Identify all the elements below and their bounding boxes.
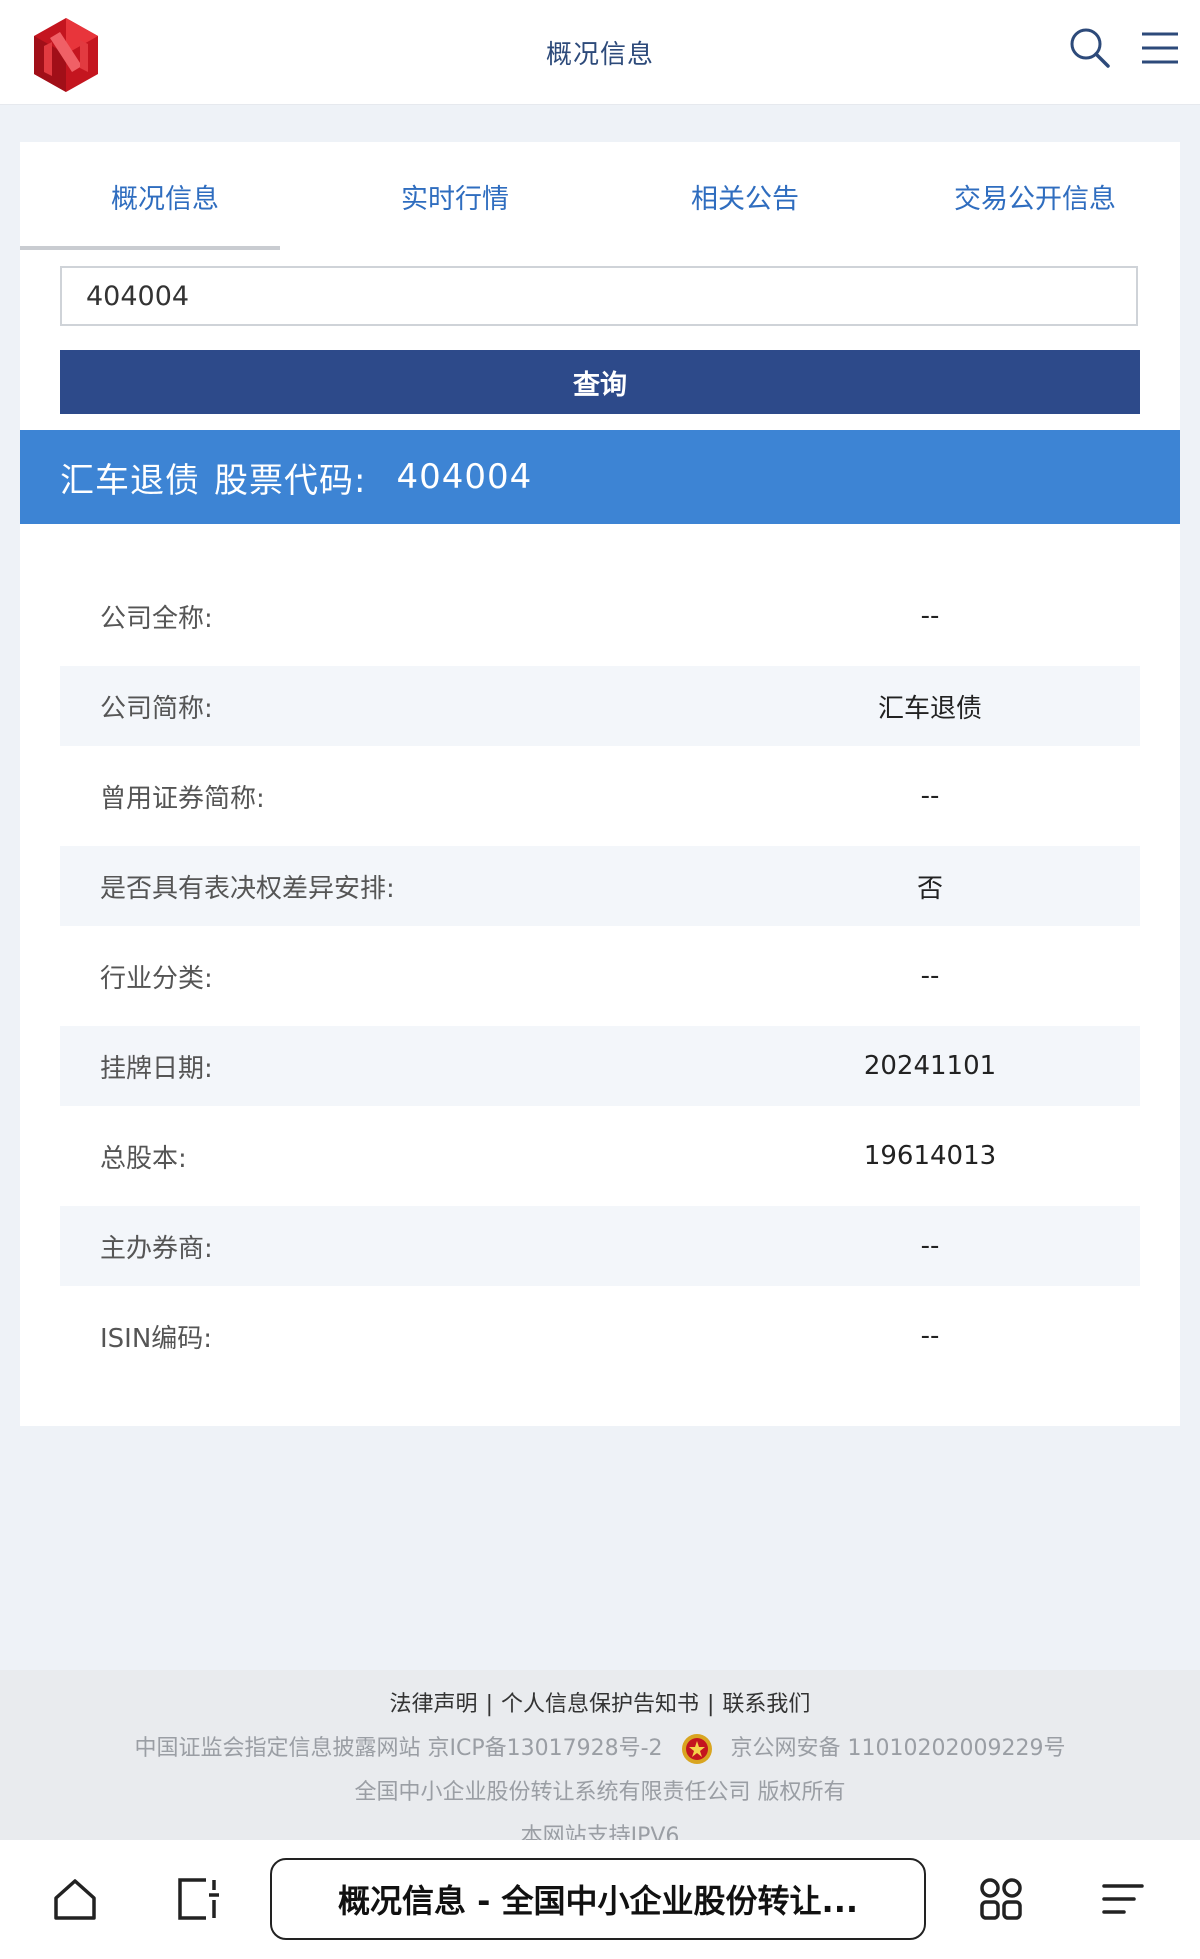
hamburger-menu-icon[interactable] <box>1138 26 1182 70</box>
site-footer: 法律声明 | 个人信息保护告知书 | 联系我们 中国证监会指定信息披露网站 京ICP备1… <box>0 1670 1200 1849</box>
stock-name: 汇车退债 <box>60 460 200 501</box>
row-value: -- <box>920 961 940 991</box>
row-value: -- <box>920 781 940 811</box>
info-row-isin: ISIN编码: -- <box>60 1296 1140 1376</box>
row-label: 公司简称: <box>100 693 213 724</box>
info-row-sponsor-broker: 主办券商: -- <box>60 1206 1140 1286</box>
row-value: 20241101 <box>863 1051 997 1081</box>
browser-menu-icon[interactable] <box>1098 1874 1148 1924</box>
main-card: 概况信息 实时行情 相关公告 交易公开信息 查询 汇车退债 股票代码: 4040… <box>20 142 1180 1426</box>
stock-code-input[interactable] <box>60 266 1138 326</box>
icp-registration[interactable]: 中国证监会指定信息披露网站 京ICP备13017928号-2 <box>135 1736 663 1761</box>
info-row-short-name: 公司简称: 汇车退债 <box>60 666 1140 746</box>
home-icon[interactable] <box>50 1874 100 1924</box>
row-label: ISIN编码: <box>100 1323 213 1354</box>
link-separator: | <box>707 1692 715 1717</box>
row-label: 总股本: <box>100 1143 187 1174</box>
info-row-full-name: 公司全称: -- <box>60 576 1140 656</box>
info-row-total-shares: 总股本: 19614013 <box>60 1116 1140 1196</box>
info-row-industry: 行业分类: -- <box>60 936 1140 1016</box>
public-security-registration[interactable]: 京公网安备 11010202009229号 <box>731 1736 1066 1761</box>
tab-overview[interactable]: 概况信息 <box>20 142 310 250</box>
row-label: 是否具有表决权差异安排: <box>100 873 395 904</box>
row-label: 曾用证券简称: <box>100 783 265 814</box>
contact-us-link[interactable]: 联系我们 <box>722 1692 810 1717</box>
tab-announcements[interactable]: 相关公告 <box>600 142 890 250</box>
row-value: -- <box>920 1321 940 1351</box>
tab-trading-disclosure[interactable]: 交易公开信息 <box>890 142 1180 250</box>
row-value: 19614013 <box>863 1141 997 1171</box>
query-button[interactable]: 查询 <box>60 350 1140 414</box>
stock-code-value: 404004 <box>396 457 533 497</box>
privacy-notice-link[interactable]: 个人信息保护告知书 <box>501 1692 699 1717</box>
link-separator: | <box>485 1692 493 1717</box>
info-table: 公司全称: -- 公司简称: 汇车退债 曾用证券简称: -- 是否具有表决权差异… <box>60 576 1140 1386</box>
row-value: -- <box>920 1231 940 1261</box>
browser-toolbar: 概况信息 - 全国中小企业股份转让... <box>0 1840 1200 1959</box>
footer-registration-line: 中国证监会指定信息披露网站 京ICP备13017928号-2 京公网安备 110… <box>0 1730 1200 1766</box>
copyright-line: 全国中小企业股份转让系统有限责任公司 版权所有 <box>354 1780 846 1805</box>
info-row-listing-date: 挂牌日期: 20241101 <box>60 1026 1140 1106</box>
search-icon[interactable] <box>1068 26 1112 70</box>
tab-bar: 概况信息 实时行情 相关公告 交易公开信息 <box>20 142 1180 250</box>
top-bar: 概况信息 <box>0 0 1200 105</box>
stock-code-label: 股票代码: <box>214 460 367 501</box>
row-label: 行业分类: <box>100 963 213 994</box>
tab-switch-icon[interactable] <box>172 1874 222 1924</box>
tab-realtime-quotes[interactable]: 实时行情 <box>310 142 600 250</box>
footer-links: 法律声明 | 个人信息保护告知书 | 联系我们 <box>0 1686 1200 1718</box>
grid-icon[interactable] <box>976 1874 1026 1924</box>
stock-banner: 汇车退债 股票代码: 404004 <box>20 430 1180 524</box>
legal-notice-link[interactable]: 法律声明 <box>390 1692 478 1717</box>
active-tab-underline <box>20 246 280 250</box>
row-label: 主办券商: <box>100 1233 213 1264</box>
info-row-voting-rights: 是否具有表决权差异安排: 否 <box>60 846 1140 926</box>
row-label: 公司全称: <box>100 603 213 634</box>
page-title: 概况信息 <box>545 40 654 70</box>
address-bar[interactable]: 概况信息 - 全国中小企业股份转让... <box>270 1858 926 1940</box>
police-emblem-icon <box>681 1734 712 1764</box>
row-value: 否 <box>916 873 943 904</box>
info-row-former-name: 曾用证券简称: -- <box>60 756 1140 836</box>
row-value: 汇车退债 <box>877 693 982 724</box>
row-value: -- <box>920 601 940 631</box>
row-label: 挂牌日期: <box>100 1053 213 1084</box>
